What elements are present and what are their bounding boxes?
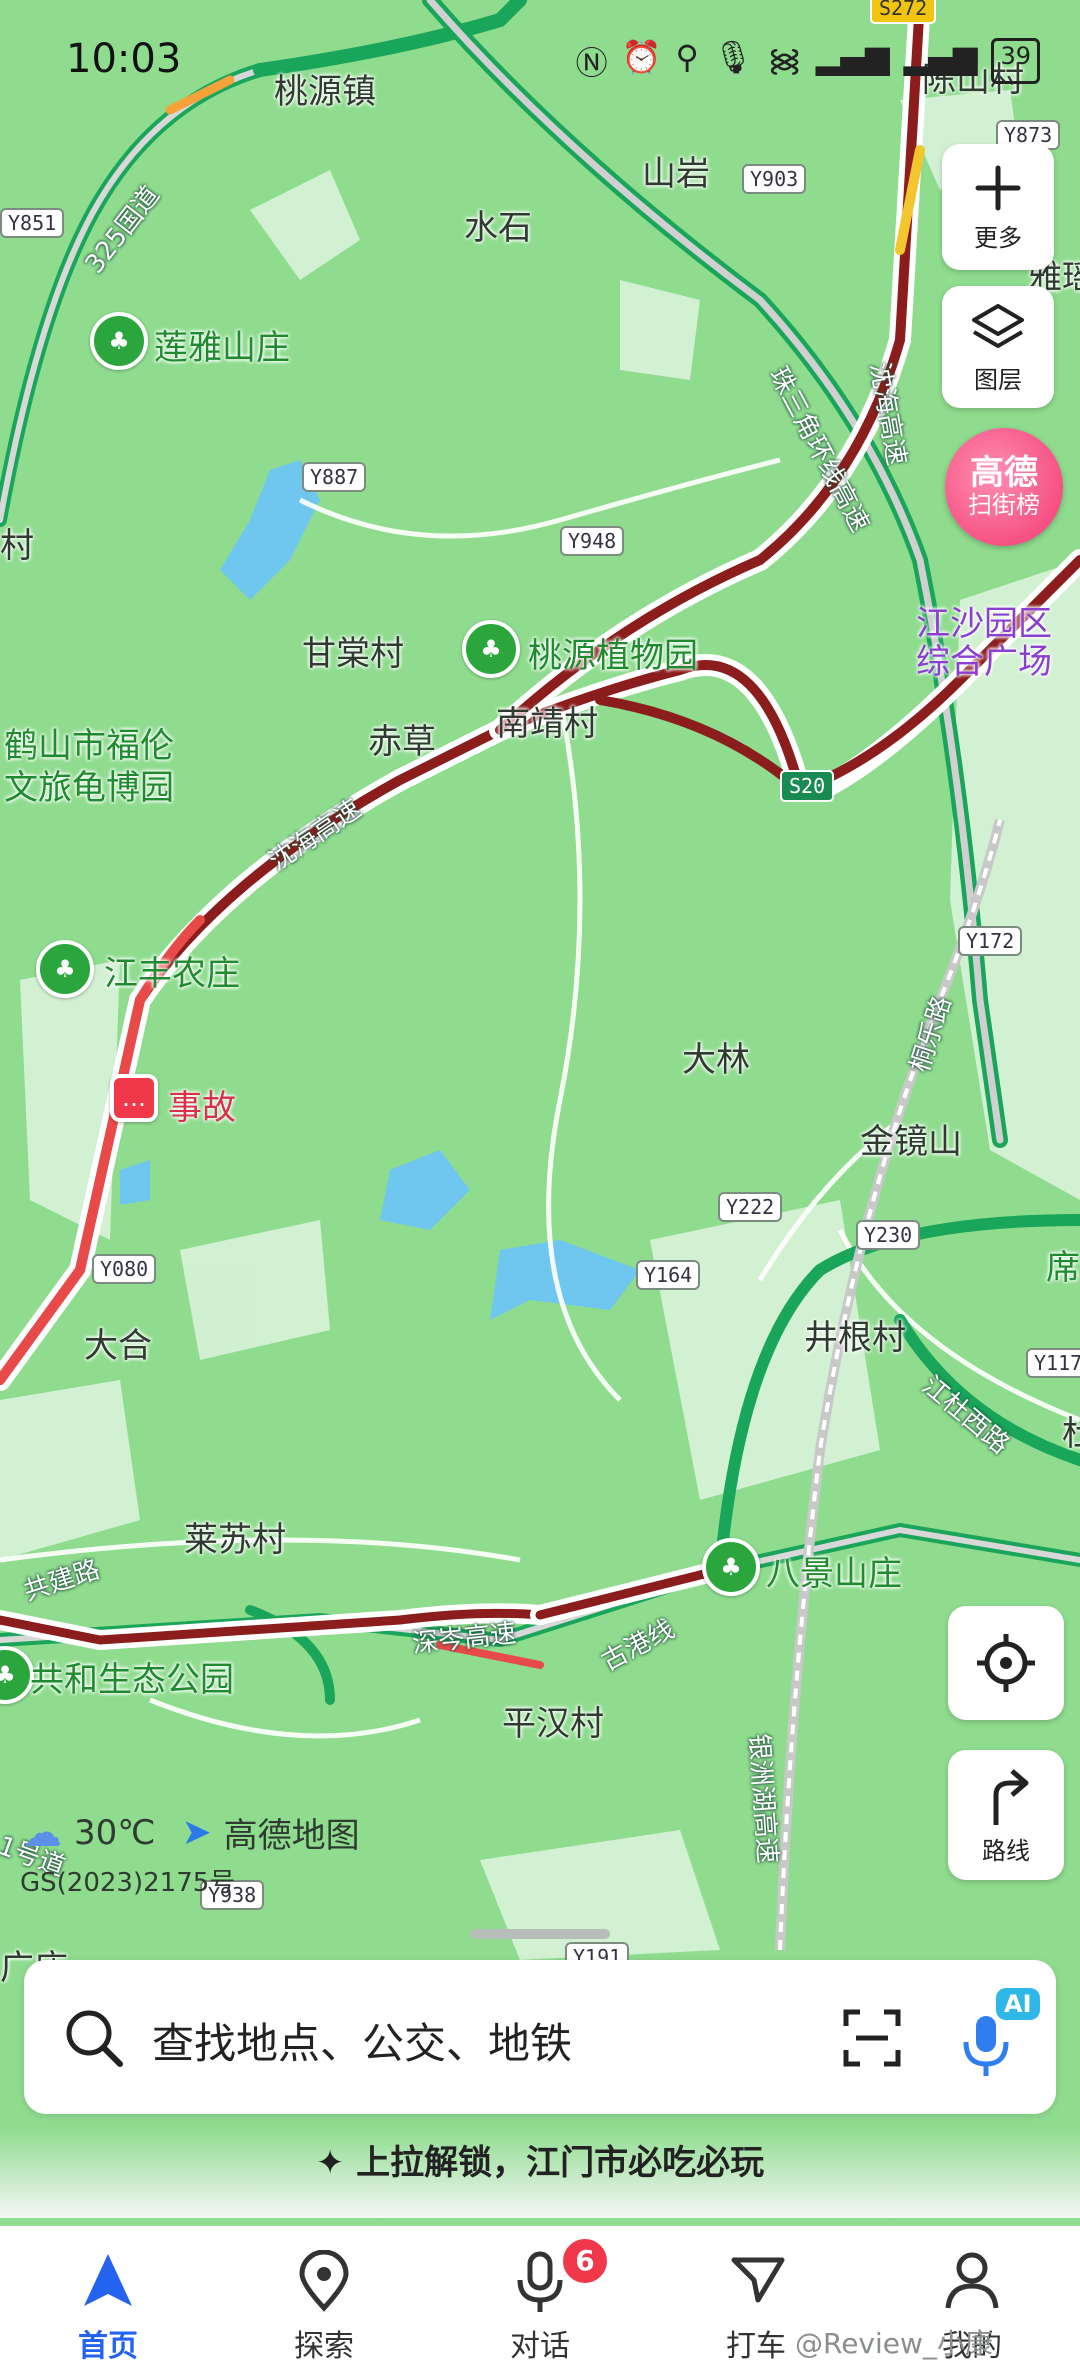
nfc-icon: Ⓝ <box>575 44 608 82</box>
wifi-icon: ᯼ <box>767 41 802 79</box>
status-icons: Ⓝ ⏰ ⚲ 🎙 ᯼ ▂▄▆ ▂▄▆ 39 <box>576 38 1040 84</box>
user-icon <box>945 2252 999 2309</box>
ai-voice-button[interactable]: AI <box>950 1986 1040 2086</box>
temperature: 30℃ <box>74 1812 156 1853</box>
gaode-rank-title: 高德 <box>970 453 1038 493</box>
route-arrow-icon <box>993 1768 1029 1825</box>
tab-label: 首页 <box>78 2329 138 2364</box>
park-pin-icon[interactable]: ♣ <box>36 940 94 998</box>
search-bar[interactable]: 查找地点、公交、地铁 AI <box>24 1960 1056 2114</box>
tab-label: 对话 <box>510 2329 570 2364</box>
layers-button[interactable]: 图层 <box>942 286 1054 408</box>
road-badge: Y230 <box>856 1220 921 1250</box>
place-label[interactable]: 水石 <box>464 200 532 249</box>
place-label[interactable]: 赤草 <box>368 714 436 763</box>
place-label[interactable]: 莱苏村 <box>184 1512 286 1561</box>
road-badge: Y117 <box>1026 1348 1080 1378</box>
place-label[interactable]: 大林 <box>682 1032 750 1081</box>
park-pin-icon[interactable]: ♣ <box>90 312 148 370</box>
place-label[interactable]: 甘棠村 <box>302 626 404 675</box>
gaode-rank-subtitle: 扫街榜 <box>968 491 1040 519</box>
place-label[interactable]: 井根村 <box>804 1310 906 1359</box>
gaode-rank-button[interactable]: 高德 扫街榜 <box>945 428 1063 546</box>
weather-widget[interactable]: ☁ 30℃ ➤ 高德地图 <box>22 1808 360 1857</box>
route-button[interactable]: 路线 <box>948 1750 1064 1880</box>
more-label: 更多 <box>974 223 1022 252</box>
place-label[interactable]: 大合 <box>84 1318 152 1367</box>
park-pin-icon[interactable]: ♣ <box>702 1538 760 1596</box>
search-icon <box>66 2010 123 2067</box>
road-badge: Y903 <box>742 164 807 194</box>
highway-shield: S20 <box>780 770 835 802</box>
poi-label[interactable]: 文旅龟博园 <box>4 760 174 809</box>
highway-shield: S272 <box>870 0 937 24</box>
location-icon: ⚲ <box>675 38 699 76</box>
accident-icon[interactable]: … <box>110 1074 158 1122</box>
tab-chat[interactable]: 6 对话 <box>432 2226 648 2373</box>
location-pin-icon <box>299 2250 349 2312</box>
navigation-arrow-icon <box>84 2254 132 2306</box>
place-label[interactable]: 山岩 <box>642 146 710 195</box>
mic-icon: 🎙 <box>712 38 754 76</box>
status-time: 10:03 <box>66 36 182 82</box>
road-badge: Y164 <box>636 1260 701 1290</box>
cloud-icon: ☁ <box>22 1809 62 1856</box>
taxi-arrow-icon <box>731 2257 785 2303</box>
search-input[interactable]: 查找地点、公交、地铁 <box>152 2010 572 2071</box>
tab-explore[interactable]: 探索 <box>216 2226 432 2373</box>
alarm-icon: ⏰ <box>621 38 662 76</box>
promo-banner[interactable]: ✦ 上拉解锁，江门市必吃必玩 <box>0 2128 1080 2218</box>
road-badge: Y172 <box>958 926 1023 956</box>
place-label[interactable]: 南靖村 <box>496 696 598 745</box>
more-button[interactable]: 更多 <box>942 144 1054 270</box>
park-pin-icon[interactable]: ♣ <box>462 620 520 678</box>
place-label[interactable]: 席 <box>1046 1240 1080 1289</box>
poi-label[interactable]: 桃源植物园 <box>528 628 698 677</box>
poi-label[interactable]: 共和生态公园 <box>30 1652 234 1701</box>
tab-label: 探索 <box>294 2329 354 2364</box>
poi-label[interactable]: 莲雅山庄 <box>154 320 290 369</box>
poi-label[interactable]: 综合广场 <box>916 634 1052 683</box>
scan-icon[interactable] <box>842 2008 902 2068</box>
layers-icon <box>972 303 1024 348</box>
signal-icon: ▂▄▆ <box>815 38 890 76</box>
road-badge: Y948 <box>560 526 625 556</box>
brand-name: 高德地图 <box>223 1816 360 1856</box>
road-badge: Y887 <box>302 462 367 492</box>
drag-handle[interactable] <box>470 1929 610 1939</box>
place-label[interactable]: 金镜山 <box>860 1114 962 1163</box>
place-label[interactable]: 杜 <box>1062 1406 1080 1455</box>
promo-text: 上拉解锁，江门市必吃必玩 <box>356 2143 765 2183</box>
mic-icon <box>963 2016 1009 2076</box>
gaode-logo-icon: ➤ <box>181 1812 212 1853</box>
road-badge: Y222 <box>718 1192 783 1222</box>
road-badge: Y851 <box>0 208 65 238</box>
map-approval-number: GS(2023)2175号 <box>20 1868 236 1898</box>
route-label: 路线 <box>982 1836 1030 1865</box>
poi-label[interactable]: 八景山庄 <box>766 1546 902 1595</box>
road-badge: Y080 <box>92 1254 157 1284</box>
tab-home[interactable]: 首页 <box>0 2226 216 2373</box>
status-bar: 10:03 Ⓝ ⏰ ⚲ 🎙 ᯼ ▂▄▆ ▂▄▆ 39 <box>0 30 1080 100</box>
accident-label[interactable]: 事故 <box>168 1080 236 1129</box>
ai-badge: AI <box>996 1988 1040 2020</box>
locate-button[interactable] <box>948 1606 1064 1720</box>
watermark: @Review_小康 <box>795 2327 993 2360</box>
battery-icon: 39 <box>991 38 1040 84</box>
place-label[interactable]: 村 <box>0 518 34 567</box>
plus-icon <box>975 165 1021 210</box>
chat-badge: 6 <box>560 2236 610 2286</box>
crosshair-icon <box>977 1634 1035 1692</box>
place-label[interactable]: 平汉村 <box>502 1696 604 1745</box>
sparkle-icon: ✦ <box>315 2143 345 2183</box>
poi-label[interactable]: 江丰农庄 <box>104 946 240 995</box>
signal-icon: ▂▄▆ <box>903 38 978 76</box>
layers-label: 图层 <box>974 365 1022 394</box>
